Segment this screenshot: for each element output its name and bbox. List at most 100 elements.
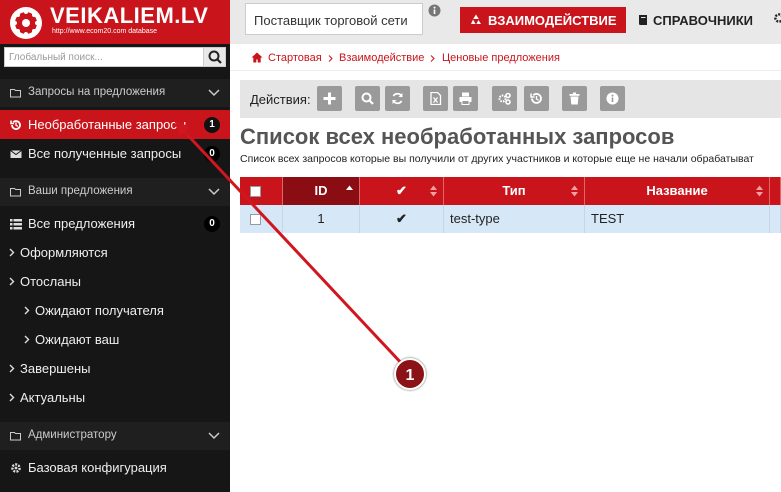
sidebar-item-awaiting-you[interactable]: Ожидают ваш [0,325,230,354]
info-button[interactable] [600,86,625,111]
sidebar-item-label: Все полученные запросы [28,146,182,161]
column-header-name[interactable]: Название [585,177,770,205]
column-header-more[interactable] [770,177,781,205]
history-icon [530,93,542,104]
sidebar-item-label: Актуальны [20,390,86,405]
home-icon [251,52,263,63]
chevron-down-icon [208,89,220,97]
search-input[interactable] [5,48,203,66]
breadcrumb-interaction[interactable]: Взаимодействие [339,52,424,64]
count-badge: 0 [204,146,220,162]
sort-icon [571,185,578,197]
group-your-offers[interactable]: Ваши предложения [0,178,230,206]
sort-asc-icon [346,185,353,190]
nav-interaction[interactable]: ВЗАИМОДЕЙСТВИЕ [460,7,626,33]
print-icon [459,92,472,105]
row-checkbox[interactable] [250,214,261,225]
info-icon [606,92,619,105]
envelope-icon [10,150,22,158]
group-administrator[interactable]: Администратору [0,422,230,450]
sidebar-item-base-config[interactable]: Базовая конфигурация [0,453,230,482]
history-button[interactable] [524,86,549,111]
chevron-right-icon [9,364,15,373]
search-button[interactable] [355,86,380,111]
brand-logo[interactable]: VEIKALIEM.LV http://www.ecom20.com datab… [0,0,230,44]
breadcrumb-home[interactable]: Стартовая [268,52,322,64]
column-header-label: ✔ [396,183,407,198]
folder-open-icon [10,432,21,441]
export-excel-button[interactable] [423,86,448,111]
group-label: Ваши предложения [28,185,133,197]
add-button[interactable] [317,86,342,111]
sidebar-item-sent[interactable]: Отосланы [0,267,230,296]
count-badge: 1 [204,117,220,133]
sidebar: VEIKALIEM.LV http://www.ecom20.com datab… [0,0,230,492]
count-badge: 0 [204,216,220,232]
sidebar-item-current[interactable]: Актуальны [0,383,230,412]
search-button[interactable] [203,48,225,66]
sidebar-item-awaiting-recipient[interactable]: Ожидают получателя [0,296,230,325]
brand-name: VEIKALIEM.LV [50,3,209,28]
select-all-header[interactable] [240,177,283,205]
column-header-label: Тип [502,183,526,198]
search-icon [208,50,222,64]
sidebar-item-all-received[interactable]: Все полученные запросы 0 [0,139,230,168]
supplier-select[interactable]: Поставщик торговой сети [245,3,423,35]
sidebar-item-all-offers[interactable]: Все предложения 0 [0,209,230,238]
refresh-button[interactable] [385,86,410,111]
refresh-icon [392,92,403,105]
sidebar-item-label: Оформляются [20,245,108,260]
top-navbar: Поставщик торговой сети ВЗАИМОДЕЙСТВИЕ С… [230,0,781,44]
sidebar-item-label: Завершены [20,361,91,376]
chevron-down-icon [208,188,220,196]
group-offer-requests[interactable]: Запросы на предложения [0,79,230,107]
brand-url: http://www.ecom20.com database [52,28,158,35]
list-icon [10,219,22,230]
logo-icon [10,7,42,39]
column-header-label: Название [646,183,708,198]
gear-icon[interactable] [773,12,781,24]
breadcrumb-price-offers[interactable]: Ценовые предложения [442,52,560,64]
sidebar-item-processing[interactable]: Оформляются [0,238,230,267]
cell-more [770,205,781,233]
nav-label: ВЗАИМОДЕЙСТВИЕ [488,13,617,28]
cell-type: test-type [444,205,585,233]
sidebar-item-label: Необработанные запросы [28,117,187,132]
sidebar-item-label: Ожидают получателя [35,303,164,318]
chevron-right-icon [9,393,15,402]
chevron-right-icon [24,306,30,315]
column-header-label: ID [314,183,328,198]
info-icon[interactable] [428,4,441,17]
row-select-cell[interactable] [240,205,283,233]
cogs-icon [498,92,511,105]
search-icon [361,92,374,105]
column-header-id[interactable]: ID [283,177,360,205]
sidebar-item-label: Все предложения [28,216,136,231]
column-header-check[interactable]: ✔ [360,177,444,205]
breadcrumb: Стартовая Взаимодействие Ценовые предлож… [230,44,781,71]
cell-id: 1 [283,205,360,233]
file-excel-icon [430,92,442,105]
chevron-right-icon [24,335,30,344]
sidebar-item-label: Ожидают ваш [35,332,120,347]
book-icon [639,15,647,25]
delete-button[interactable] [562,86,587,111]
history-icon [10,120,21,130]
settings-button[interactable] [492,86,517,111]
page-title: Список всех необработанных запросов [240,124,675,149]
sort-icon [756,185,763,197]
print-button[interactable] [453,86,478,111]
page-subtitle: Список всех запросов которые вы получили… [240,153,754,165]
chevron-right-icon [328,55,333,62]
column-header-type[interactable]: Тип [444,177,585,205]
folder-open-icon [10,188,21,197]
annotation-marker: 1 [394,358,426,390]
chevron-down-icon [208,432,220,440]
sidebar-item-completed[interactable]: Завершены [0,354,230,383]
sidebar-item-unprocessed-requests[interactable]: Необработанные запросы 1 [0,110,230,139]
cell-name: TEST [585,205,770,233]
global-search [4,47,226,67]
select-all-checkbox[interactable] [250,186,261,197]
plus-icon [323,92,336,105]
trash-icon [569,92,580,105]
